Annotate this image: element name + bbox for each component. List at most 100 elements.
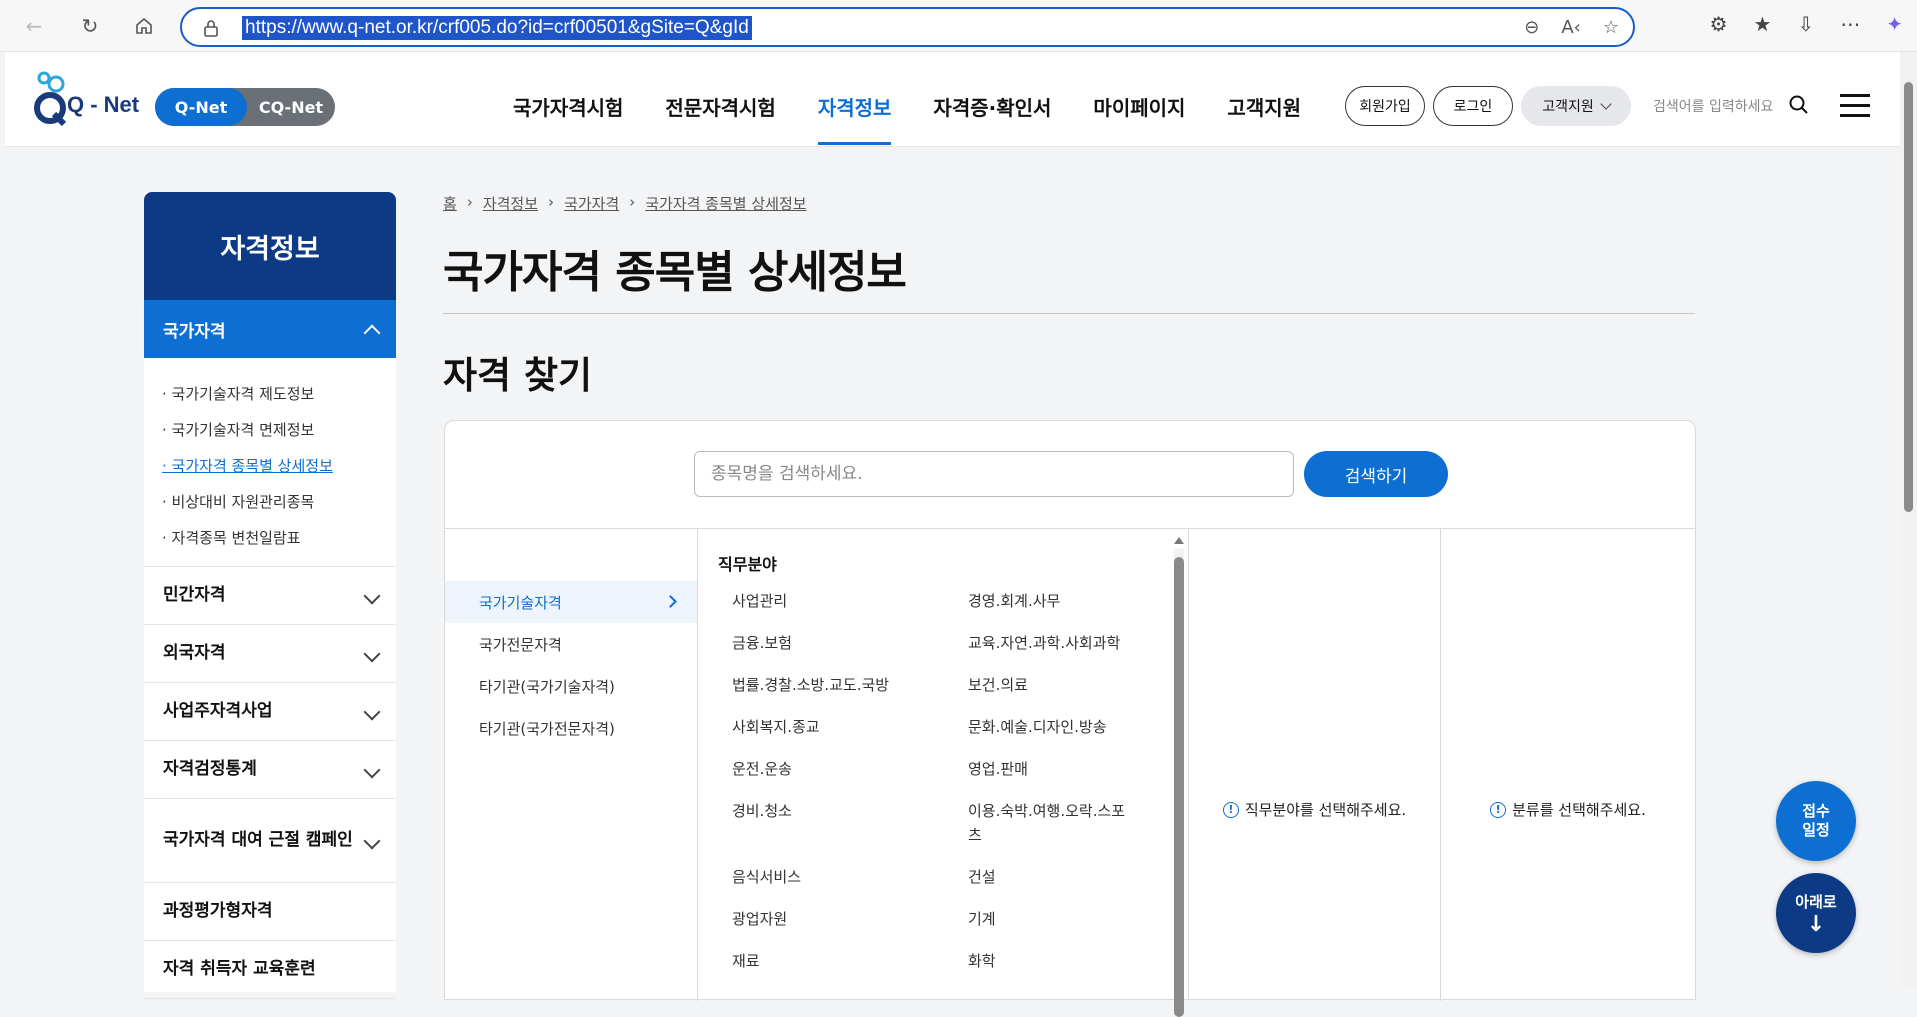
scroll-up-icon[interactable] bbox=[1174, 537, 1184, 544]
gnb-support[interactable]: 고객지원 bbox=[1227, 92, 1301, 145]
gnb-qualification-info[interactable]: 자격정보 bbox=[817, 92, 892, 145]
job-field-item[interactable]: 문화.예술.디자인.방송 bbox=[968, 715, 1152, 757]
site-switch[interactable]: Q-Net CQ-Net bbox=[155, 88, 335, 126]
schedule-fab-button[interactable]: 접수 일정 bbox=[1776, 781, 1856, 861]
job-field-item[interactable]: 음식서비스 bbox=[732, 865, 968, 907]
chevron-down-icon bbox=[363, 832, 381, 849]
sidebar-category-foreign[interactable]: 외국자격 bbox=[144, 625, 396, 683]
section-title: 자격 찾기 bbox=[443, 354, 593, 397]
sidebar-sub-item[interactable]: · 비상대비 자원관리종목 bbox=[162, 484, 396, 520]
sidebar-category-training[interactable]: 자격 취득자 교육훈련 bbox=[144, 941, 396, 999]
job-field-item[interactable]: 교육.자연.과학.사회과학 bbox=[968, 631, 1152, 673]
sidebar-category-private[interactable]: 민간자격 bbox=[144, 567, 396, 625]
job-field-item[interactable]: 법률.경찰.소방.교도.국방 bbox=[732, 673, 968, 715]
sidebar-sub-item-selected[interactable]: · 국가자격 종목별 상세정보 bbox=[162, 448, 396, 484]
job-field-item[interactable]: 경비.청소 bbox=[732, 799, 968, 865]
job-field-item[interactable]: 사업관리 bbox=[732, 589, 968, 631]
chevron-right-icon: › bbox=[548, 193, 555, 211]
sidebar-sub-item[interactable]: · 자격종목 변천일람표 bbox=[162, 520, 396, 556]
select-category-notice: ! 분류를 선택해주세요. bbox=[1441, 799, 1695, 820]
sidebar: 자격정보 국가자격 · 국가기술자격 제도정보 · 국가기술자격 면제정보 · … bbox=[144, 192, 396, 999]
job-field-item[interactable]: 보건.의료 bbox=[968, 673, 1152, 715]
refresh-icon[interactable]: ↻ bbox=[76, 12, 104, 40]
select-field-notice: ! 직무분야를 선택해주세요. bbox=[1189, 799, 1440, 820]
search-icon[interactable] bbox=[1788, 94, 1810, 116]
cqnet-switch-button[interactable]: CQ-Net bbox=[247, 88, 335, 126]
copilot-icon[interactable]: ✦ bbox=[1886, 12, 1903, 36]
job-field-item[interactable]: 사회복지.종교 bbox=[732, 715, 968, 757]
gnb-mypage[interactable]: 마이페이지 bbox=[1093, 92, 1185, 145]
job-field-item[interactable]: 화학 bbox=[968, 949, 1152, 991]
breadcrumb-current[interactable]: 국가자격 종목별 상세정보 bbox=[645, 193, 806, 214]
breadcrumb-item[interactable]: 국가자격 bbox=[564, 193, 619, 214]
qnet-switch-button[interactable]: Q-Net bbox=[155, 88, 247, 126]
logo-text: Q - Net bbox=[67, 92, 140, 117]
sidebar-sub-item[interactable]: · 국가기술자격 면제정보 bbox=[162, 412, 396, 448]
site-header: Q - Net Q-Net CQ-Net 국가자격시험 전문자격시험 자격정보 … bbox=[5, 52, 1900, 147]
job-field-item[interactable]: 이용.숙박.여행.오락.스포츠 bbox=[968, 799, 1152, 865]
job-field-list: 사업관리 경영.회계.사무 금융.보험 교육.자연.과학.사회과학 법률.경찰.… bbox=[732, 589, 1152, 991]
gnb-professional-exam[interactable]: 전문자격시험 bbox=[665, 92, 775, 145]
sidebar-category-campaign[interactable]: 국가자격 대여 근절 캠페인 bbox=[144, 799, 396, 883]
page-scrollbar[interactable] bbox=[1900, 52, 1917, 987]
address-bar[interactable]: https://www.q-net.or.kr/crf005.do?id=crf… bbox=[180, 7, 1635, 47]
sidebar-sub-item[interactable]: · 국가기술자격 제도정보 bbox=[162, 376, 396, 412]
job-field-column: 직무분야 사업관리 경영.회계.사무 금융.보험 교육.자연.과학.사회과학 법… bbox=[698, 529, 1189, 1017]
extensions-icon[interactable]: ⚙ bbox=[1710, 12, 1728, 36]
url-text[interactable]: https://www.q-net.or.kr/crf005.do?id=crf… bbox=[242, 16, 752, 40]
breadcrumb-home[interactable]: 홈 bbox=[443, 193, 457, 214]
support-dropdown[interactable]: 고객지원 bbox=[1521, 86, 1631, 126]
downloads-icon[interactable]: ⇩ bbox=[1797, 12, 1814, 36]
chevron-right-icon: › bbox=[629, 193, 636, 211]
job-field-item[interactable]: 기계 bbox=[968, 907, 1152, 949]
job-field-item[interactable]: 건설 bbox=[968, 865, 1152, 907]
job-field-item[interactable]: 영업.판매 bbox=[968, 757, 1152, 799]
more-menu-icon[interactable]: ⋯ bbox=[1840, 12, 1860, 36]
job-field-item[interactable]: 금융.보험 bbox=[732, 631, 968, 673]
sidebar-title: 자격정보 bbox=[144, 192, 396, 300]
signup-button[interactable]: 회원가입 bbox=[1345, 86, 1425, 126]
chevron-up-icon bbox=[363, 324, 381, 342]
zoom-out-icon[interactable]: ⊖ bbox=[1524, 17, 1539, 38]
login-button[interactable]: 로그인 bbox=[1433, 86, 1513, 126]
scroll-down-fab-button[interactable]: 아래로 ↓ bbox=[1776, 873, 1856, 953]
gnb-certificate[interactable]: 자격증·확인서 bbox=[933, 92, 1051, 145]
job-field-scrollbar[interactable] bbox=[1174, 537, 1184, 1017]
job-field-item[interactable]: 운전.운송 bbox=[732, 757, 968, 799]
qualification-search-input[interactable] bbox=[694, 451, 1294, 497]
chevron-down-icon bbox=[363, 703, 381, 720]
browser-toolbar: ← ↻ https://www.q-net.or.kr/crf005.do?id… bbox=[0, 0, 1917, 52]
sidebar-category-course[interactable]: 과정평가형자격 bbox=[144, 883, 396, 941]
breadcrumb-item[interactable]: 자격정보 bbox=[483, 193, 538, 214]
job-field-item[interactable]: 재료 bbox=[732, 949, 968, 991]
sidebar-category-label: 국가자격 bbox=[163, 321, 226, 342]
header-search-input[interactable]: 검색어를 입력하세요 bbox=[1653, 96, 1773, 116]
info-icon: ! bbox=[1490, 801, 1507, 818]
sidebar-category-statistics[interactable]: 자격검정통계 bbox=[144, 741, 396, 799]
job-field-item[interactable]: 경영.회계.사무 bbox=[968, 589, 1152, 631]
type-item-selected[interactable]: 국가기술자격 bbox=[445, 581, 697, 623]
favorites-icon[interactable]: ★ bbox=[1754, 12, 1772, 36]
search-button[interactable]: 검색하기 bbox=[1304, 451, 1448, 497]
home-icon[interactable] bbox=[130, 12, 158, 40]
fab-label: 접수 bbox=[1802, 802, 1830, 821]
chevron-down-icon bbox=[1600, 98, 1612, 110]
back-icon[interactable]: ← bbox=[20, 12, 48, 40]
type-item[interactable]: 타기관(국가기술자격) bbox=[445, 665, 697, 707]
type-item[interactable]: 국가전문자격 bbox=[445, 623, 697, 665]
hamburger-menu-icon[interactable] bbox=[1840, 94, 1870, 118]
fab-label: 아래로 bbox=[1795, 892, 1837, 911]
arrow-down-icon: ↓ bbox=[1806, 911, 1826, 937]
job-field-item[interactable]: 광업자원 bbox=[732, 907, 968, 949]
type-item[interactable]: 타기관(국가전문자격) bbox=[445, 707, 697, 749]
chevron-down-icon bbox=[363, 761, 381, 778]
chevron-down-icon bbox=[363, 587, 381, 604]
sidebar-category-national[interactable]: 국가자격 bbox=[144, 300, 396, 358]
chevron-down-icon bbox=[363, 645, 381, 662]
gnb-national-exam[interactable]: 국가자격시험 bbox=[513, 92, 623, 145]
sidebar-category-employer[interactable]: 사업주자격사업 bbox=[144, 683, 396, 741]
favorite-star-icon[interactable]: ☆ bbox=[1603, 17, 1619, 38]
read-aloud-icon[interactable]: A‹ bbox=[1561, 17, 1581, 38]
item-column: ! 분류를 선택해주세요. bbox=[1441, 529, 1695, 1001]
info-icon: ! bbox=[1222, 801, 1239, 818]
